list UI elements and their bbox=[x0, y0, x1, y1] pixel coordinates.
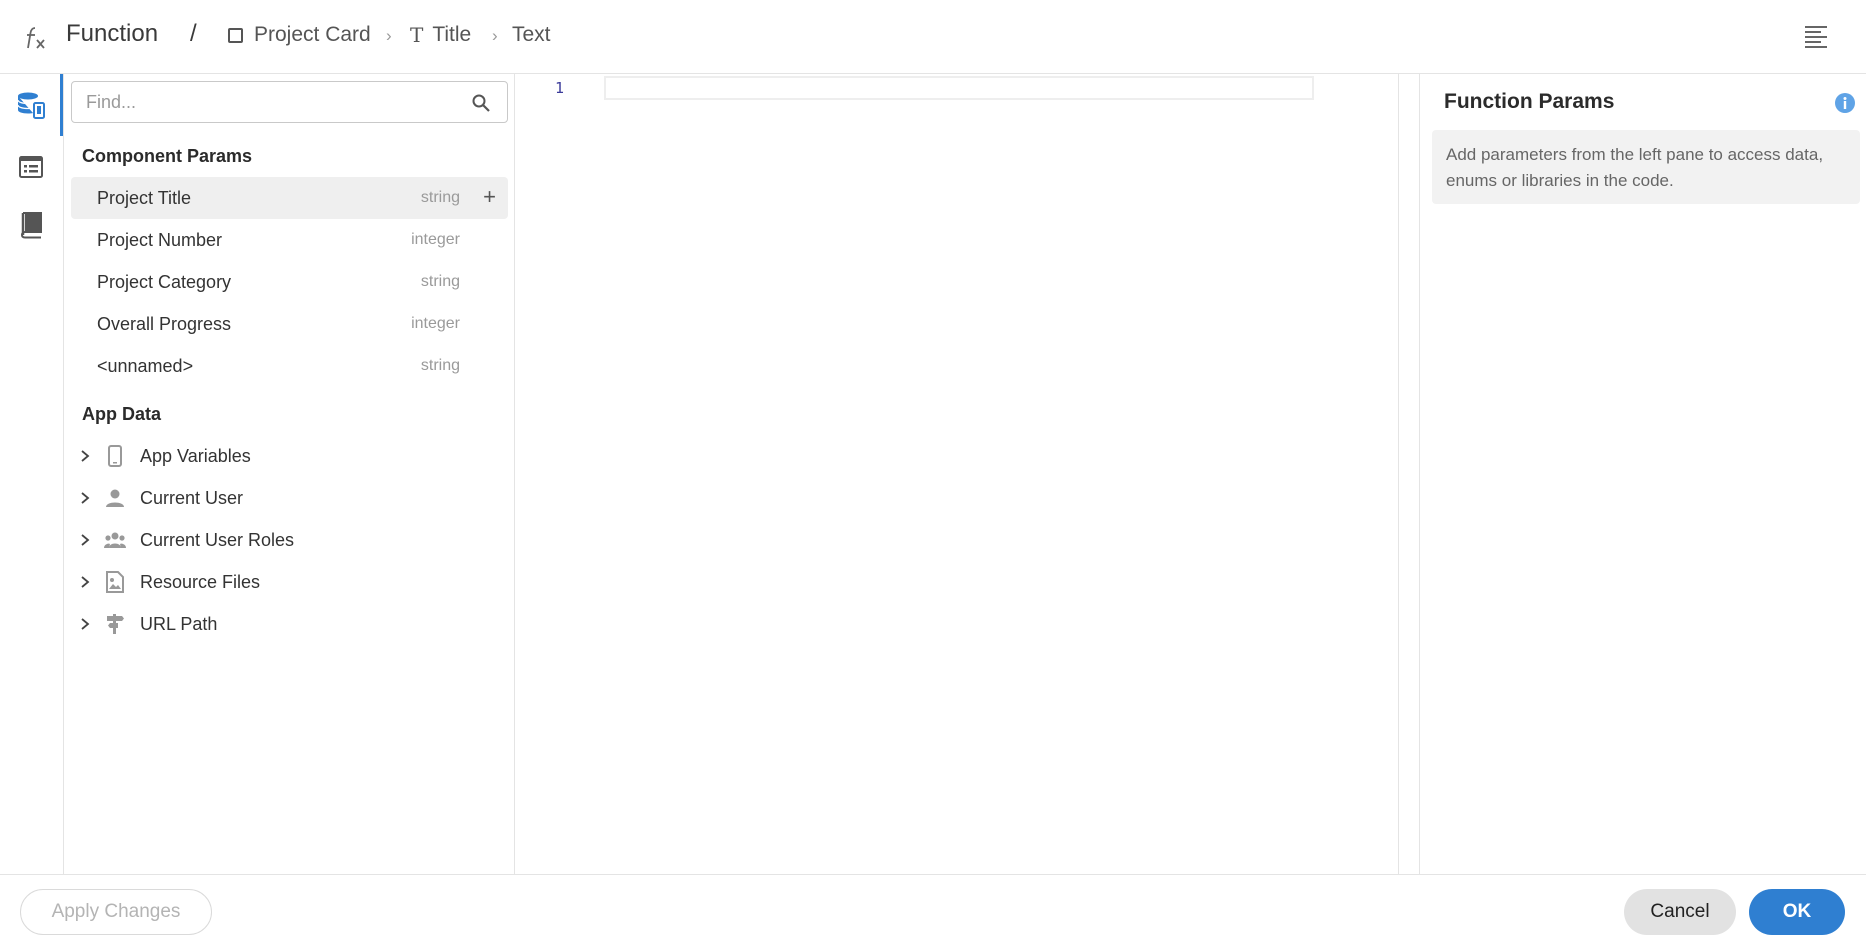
image-file-icon bbox=[106, 571, 124, 593]
info-icon[interactable] bbox=[1834, 92, 1856, 114]
param-row-project-category[interactable]: Project Category string bbox=[71, 261, 508, 303]
add-param-button[interactable]: + bbox=[483, 186, 496, 208]
chevron-right-icon[interactable] bbox=[78, 574, 92, 590]
app-data-heading: App Data bbox=[82, 404, 162, 424]
tree-item-url-path[interactable]: URL Path bbox=[78, 604, 508, 644]
breadcrumb-project-card[interactable]: Project Card bbox=[228, 23, 371, 47]
rail-active-indicator bbox=[60, 74, 63, 136]
phone-icon bbox=[108, 445, 122, 467]
search-box[interactable] bbox=[71, 81, 508, 123]
function-params-panel: Function Params Add parameters from the … bbox=[1420, 74, 1866, 874]
data-sources-icon[interactable] bbox=[16, 90, 46, 120]
param-name: <unnamed> bbox=[97, 356, 194, 376]
tree-item-current-user-roles[interactable]: Current User Roles bbox=[78, 520, 508, 560]
search-input[interactable] bbox=[72, 82, 462, 122]
person-icon bbox=[106, 489, 124, 507]
param-name: Project Number bbox=[97, 230, 223, 250]
chevron-right-icon[interactable] bbox=[78, 490, 92, 506]
component-params-heading: Component Params bbox=[82, 146, 253, 166]
param-name: Project Title bbox=[97, 188, 192, 208]
tree-item-label: Resource Files bbox=[140, 572, 261, 592]
people-icon bbox=[104, 532, 126, 548]
format-align-icon[interactable] bbox=[1804, 24, 1828, 48]
chevron-right-icon[interactable] bbox=[78, 616, 92, 632]
side-icon-rail bbox=[0, 74, 64, 874]
param-row-overall-progress[interactable]: Overall Progress integer bbox=[71, 303, 508, 345]
dialog-header: Function / Project Card › T Title › Text bbox=[0, 0, 1866, 74]
title-separator: / bbox=[190, 20, 197, 47]
tree-item-app-variables[interactable]: App Variables bbox=[78, 436, 508, 476]
param-type: string bbox=[420, 273, 460, 290]
param-row-project-title[interactable]: Project Title string + bbox=[71, 177, 508, 219]
code-line-active[interactable] bbox=[604, 76, 1314, 100]
signpost-icon bbox=[107, 614, 124, 634]
ok-button[interactable]: OK bbox=[1749, 889, 1845, 935]
function-icon bbox=[27, 27, 45, 49]
text-type-icon: T bbox=[410, 23, 424, 47]
tree-item-label: App Variables bbox=[140, 446, 251, 466]
breadcrumb-label: Title bbox=[432, 23, 472, 46]
cancel-button[interactable]: Cancel bbox=[1624, 889, 1736, 935]
line-number: 1 bbox=[555, 79, 565, 97]
dialog-title: Function bbox=[66, 20, 159, 47]
dialog-footer: Apply Changes Cancel OK bbox=[0, 874, 1866, 943]
tree-item-label: Current User bbox=[140, 488, 244, 508]
function-params-heading: Function Params bbox=[1444, 90, 1615, 113]
list-view-icon[interactable] bbox=[16, 152, 46, 182]
param-row-project-number[interactable]: Project Number integer bbox=[71, 219, 508, 261]
editor-scroll-gutter bbox=[1399, 74, 1420, 874]
tree-item-label: URL Path bbox=[140, 614, 218, 634]
tree-item-resource-files[interactable]: Resource Files bbox=[78, 562, 508, 602]
param-row-unnamed[interactable]: <unnamed> string bbox=[71, 345, 508, 387]
breadcrumb-chevron-icon: › bbox=[492, 26, 498, 45]
chevron-right-icon[interactable] bbox=[78, 448, 92, 464]
tree-item-label: Current User Roles bbox=[140, 530, 295, 550]
param-type: integer bbox=[411, 231, 460, 248]
data-browser-panel: Component Params Project Title string + … bbox=[64, 74, 515, 874]
code-editor[interactable]: 1 bbox=[515, 74, 1420, 874]
apply-changes-button[interactable]: Apply Changes bbox=[20, 889, 212, 935]
tree-item-current-user[interactable]: Current User bbox=[78, 478, 508, 518]
breadcrumb-chevron-icon: › bbox=[386, 26, 392, 45]
param-name: Overall Progress bbox=[97, 314, 232, 334]
param-name: Project Category bbox=[97, 272, 232, 292]
param-type: string bbox=[420, 189, 460, 206]
chevron-right-icon[interactable] bbox=[78, 532, 92, 548]
breadcrumb-text[interactable]: Text bbox=[512, 23, 551, 47]
param-type: integer bbox=[411, 315, 460, 332]
library-icon[interactable] bbox=[16, 210, 46, 240]
param-type: string bbox=[420, 357, 460, 374]
square-icon bbox=[228, 27, 243, 43]
function-params-hint: Add parameters from the left pane to acc… bbox=[1432, 130, 1860, 204]
breadcrumb-label: Text bbox=[512, 23, 551, 46]
breadcrumb-title[interactable]: T Title bbox=[410, 23, 471, 47]
search-icon[interactable] bbox=[471, 93, 491, 113]
breadcrumb-label: Project Card bbox=[254, 23, 371, 46]
